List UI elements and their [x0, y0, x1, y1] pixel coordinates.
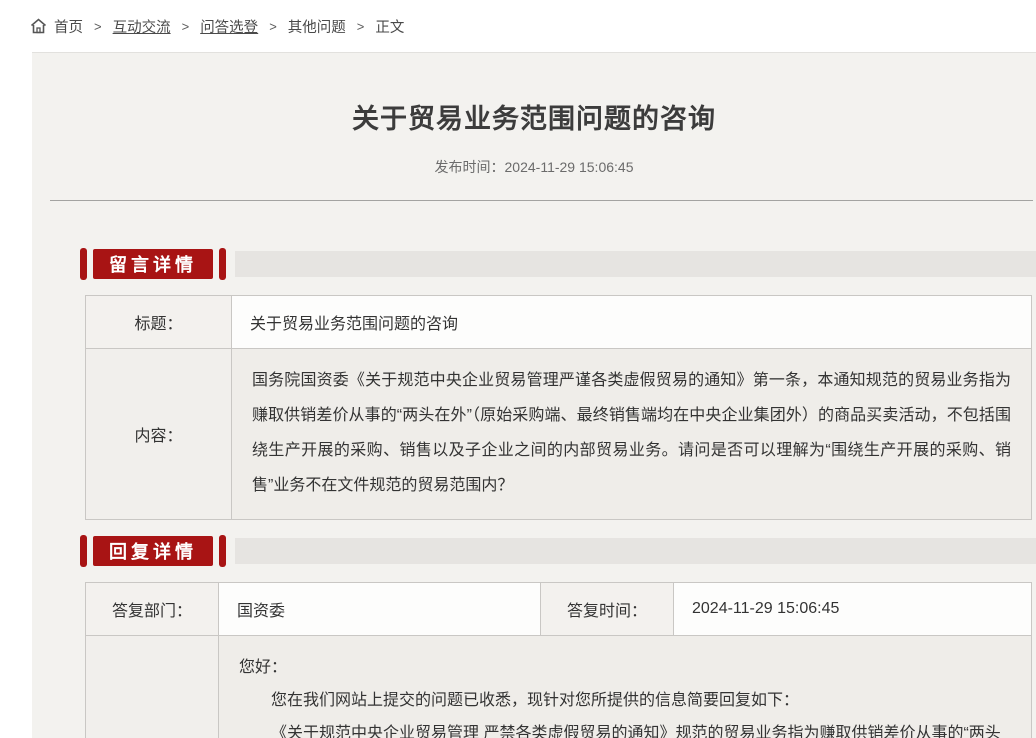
table-row: 标题： 关于贸易业务范围问题的咨询: [86, 296, 1032, 349]
ribbon-strip: [235, 538, 1036, 564]
page-title: 关于贸易业务范围问题的咨询: [32, 97, 1036, 136]
message-title-label: 标题：: [86, 296, 232, 349]
reply-time-value: 2024-11-29 15:06:45: [674, 583, 1032, 636]
breadcrumb-item-interaction[interactable]: 互动交流: [113, 16, 171, 37]
publish-time: 发布时间：2024-11-29 15:06:45: [32, 157, 1036, 177]
message-content-value: 国务院国资委《关于规范中央企业贸易管理严谨各类虚假贸易的通知》第一条，本通知规范…: [232, 349, 1032, 520]
publish-time-value: 2024-11-29 15:06:45: [505, 159, 634, 175]
reply-section-title: 回复详情: [93, 536, 213, 566]
reply-time-label: 答复时间：: [541, 583, 674, 636]
reply-section-header: 回复详情: [80, 535, 1036, 567]
ribbon-right-bar: [219, 535, 226, 567]
reply-body: 您好： 您在我们网站上提交的问题已收悉，现针对您所提供的信息简要回复如下： 《关…: [239, 651, 1011, 738]
reply-dept-value: 国资委: [219, 583, 541, 636]
content-card: 关于贸易业务范围问题的咨询 发布时间：2024-11-29 15:06:45 留…: [32, 52, 1036, 738]
breadcrumb-item-current: 正文: [375, 16, 404, 37]
breadcrumb-separator: >: [94, 19, 102, 34]
breadcrumb-item-qa[interactable]: 问答选登: [200, 16, 258, 37]
breadcrumb-separator: >: [182, 19, 190, 34]
reply-paragraph: 您好：: [239, 651, 1011, 684]
message-detail-table: 标题： 关于贸易业务范围问题的咨询 内容： 国务院国资委《关于规范中央企业贸易管…: [85, 295, 1032, 520]
home-icon: [30, 18, 47, 34]
ribbon-left-bar: [80, 535, 87, 567]
breadcrumb-item-other[interactable]: 其他问题: [288, 16, 346, 37]
message-content-label: 内容：: [86, 349, 232, 520]
table-row: 内容： 国务院国资委《关于规范中央企业贸易管理严谨各类虚假贸易的通知》第一条，本…: [86, 349, 1032, 520]
reply-detail-table: 答复部门： 国资委 答复时间： 2024-11-29 15:06:45 回复： …: [85, 582, 1032, 738]
reply-content: 您好： 您在我们网站上提交的问题已收悉，现针对您所提供的信息简要回复如下： 《关…: [219, 636, 1032, 738]
breadcrumb-separator: >: [269, 19, 277, 34]
ribbon-left-bar: [80, 248, 87, 280]
ribbon-right-bar: [219, 248, 226, 280]
divider: [50, 200, 1033, 201]
breadcrumb: 首页 > 互动交流 > 问答选登 > 其他问题 > 正文: [0, 0, 1036, 52]
page: 首页 > 互动交流 > 问答选登 > 其他问题 > 正文 关于贸易业务范围问题的…: [0, 0, 1036, 738]
table-row: 回复： 您好： 您在我们网站上提交的问题已收悉，现针对您所提供的信息简要回复如下…: [86, 636, 1032, 738]
table-row: 答复部门： 国资委 答复时间： 2024-11-29 15:06:45: [86, 583, 1032, 636]
message-section-header: 留言详情: [80, 248, 1036, 280]
reply-dept-label: 答复部门：: [86, 583, 219, 636]
message-title-value: 关于贸易业务范围问题的咨询: [232, 296, 1032, 349]
reply-paragraph: 您在我们网站上提交的问题已收悉，现针对您所提供的信息简要回复如下：: [239, 684, 1011, 717]
reply-paragraph: 《关于规范中央企业贸易管理 严禁各类虚假贸易的通知》规范的贸易业务指为赚取供销差…: [239, 717, 1011, 738]
publish-time-label: 发布时间：: [435, 159, 505, 175]
reply-label: 回复：: [86, 636, 219, 738]
breadcrumb-separator: >: [357, 19, 365, 34]
message-section-title: 留言详情: [93, 249, 213, 279]
ribbon-strip: [235, 251, 1036, 277]
breadcrumb-item-home[interactable]: 首页: [54, 16, 83, 37]
